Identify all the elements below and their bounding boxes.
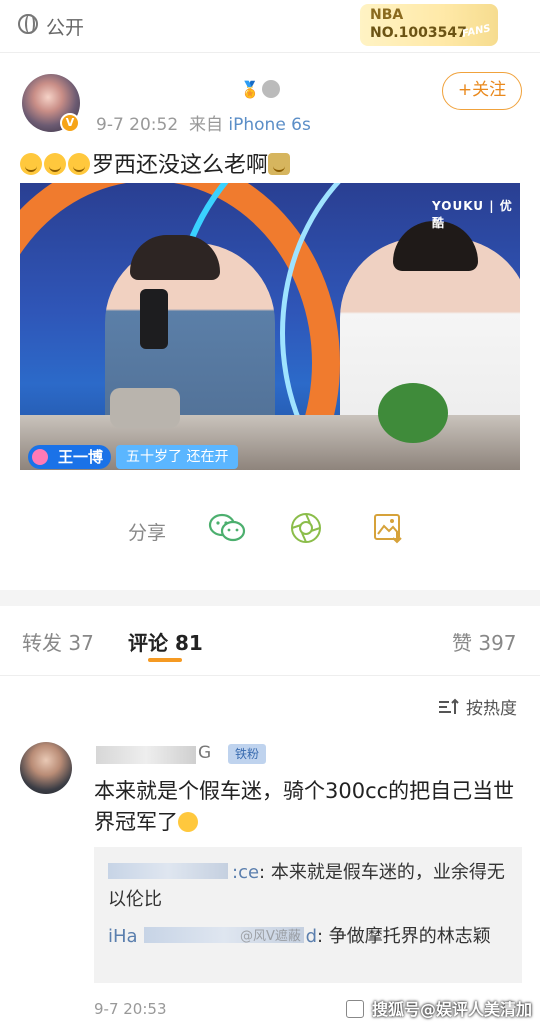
moments-icon[interactable] [290,512,322,544]
plant [378,383,448,443]
sort-icon [439,698,459,714]
follow-button[interactable]: +关注 [442,72,522,110]
tab-comments[interactable]: 评论 81 [128,627,203,656]
reply-2-text: : 争做摩托界的林志颖 [317,926,491,947]
reply-2-user-prefix[interactable]: iHa [108,926,138,947]
post-device[interactable]: iPhone 6s [228,115,310,135]
doge-emoji-icon [268,153,291,175]
reply-icon[interactable] [346,1000,364,1018]
share-label: 分享 [128,522,167,544]
post-video[interactable]: YOUKU | 优酷 王一博 五十岁了 还在开 [20,183,520,470]
fan-level-badge: 铁粉 [228,744,266,764]
sort-by-hot-button[interactable]: 按热度 [466,694,517,719]
redacted-name [96,746,196,764]
tumbler [140,289,168,349]
reply-1-text: : 本来就是假车迷的，业余得无以伦比 [108,862,505,910]
top-bar: 公开 NBA NO.1003547 FANS [0,0,540,52]
active-tab-indicator [148,658,182,662]
heart-icon [32,449,48,465]
divider [0,52,540,53]
video-watermark: YOUKU | 优酷 [432,199,513,230]
corner-watermark: 搜狐号@娱评人美清加 [372,1000,533,1019]
section-gap [0,590,540,606]
smile-emoji-icon [20,153,42,175]
reply-1: :ce: 本来就是假车迷的，业余得无以伦比 [108,859,518,913]
comment-time: 9-7 20:53 [94,1000,167,1018]
smile-emoji-icon [68,153,90,175]
reply-1-user[interactable]: :ce [232,862,259,883]
medal-icon: 🏅 [240,80,260,99]
badge-league: NBA [370,7,404,23]
post-from-label: 来自 [188,115,223,135]
badge-number: NO.1003547 [370,25,467,41]
commenter-avatar[interactable] [20,742,72,794]
reply-2: iHa d: 争做摩托界的林志颖 [108,923,518,950]
comment-text: 本来就是个假车迷，骑个300cc的把自己当世界冠军了 [94,776,524,838]
comment-text-content: 本来就是个假车迷，骑个300cc的把自己当世界冠军了 [94,779,515,834]
video-subtitle: 五十岁了 还在开 [116,445,239,469]
post-text: 罗西还没这么老啊 [20,147,292,179]
pot [110,388,180,428]
wechat-icon[interactable] [208,512,246,544]
globe-icon [18,14,38,34]
reply-2-user-suffix[interactable]: d [306,926,317,947]
save-image-icon[interactable] [372,512,404,544]
post-time: 9-7 20:52 [96,115,179,135]
tab-reposts[interactable]: 转发 37 [22,627,94,656]
post-meta: 9-7 20:52 来自 iPhone 6s [96,110,311,135]
verified-icon: V [60,113,80,133]
tab-likes[interactable]: 赞 397 [452,627,517,656]
commenter-name[interactable]: G [198,743,211,763]
visibility-label[interactable]: 公开 [46,13,84,40]
laugh-emoji-icon [178,812,198,832]
post-text-content: 罗西还没这么老啊 [92,153,269,178]
divider [0,675,540,676]
middle-watermark: @风V遮蔽 [240,929,301,944]
smile-emoji-icon [44,153,66,175]
replies-box[interactable]: :ce: 本来就是假车迷的，业余得无以伦比 iHa d: 争做摩托界的林志颖 [94,847,522,983]
medal-icon [262,80,280,98]
